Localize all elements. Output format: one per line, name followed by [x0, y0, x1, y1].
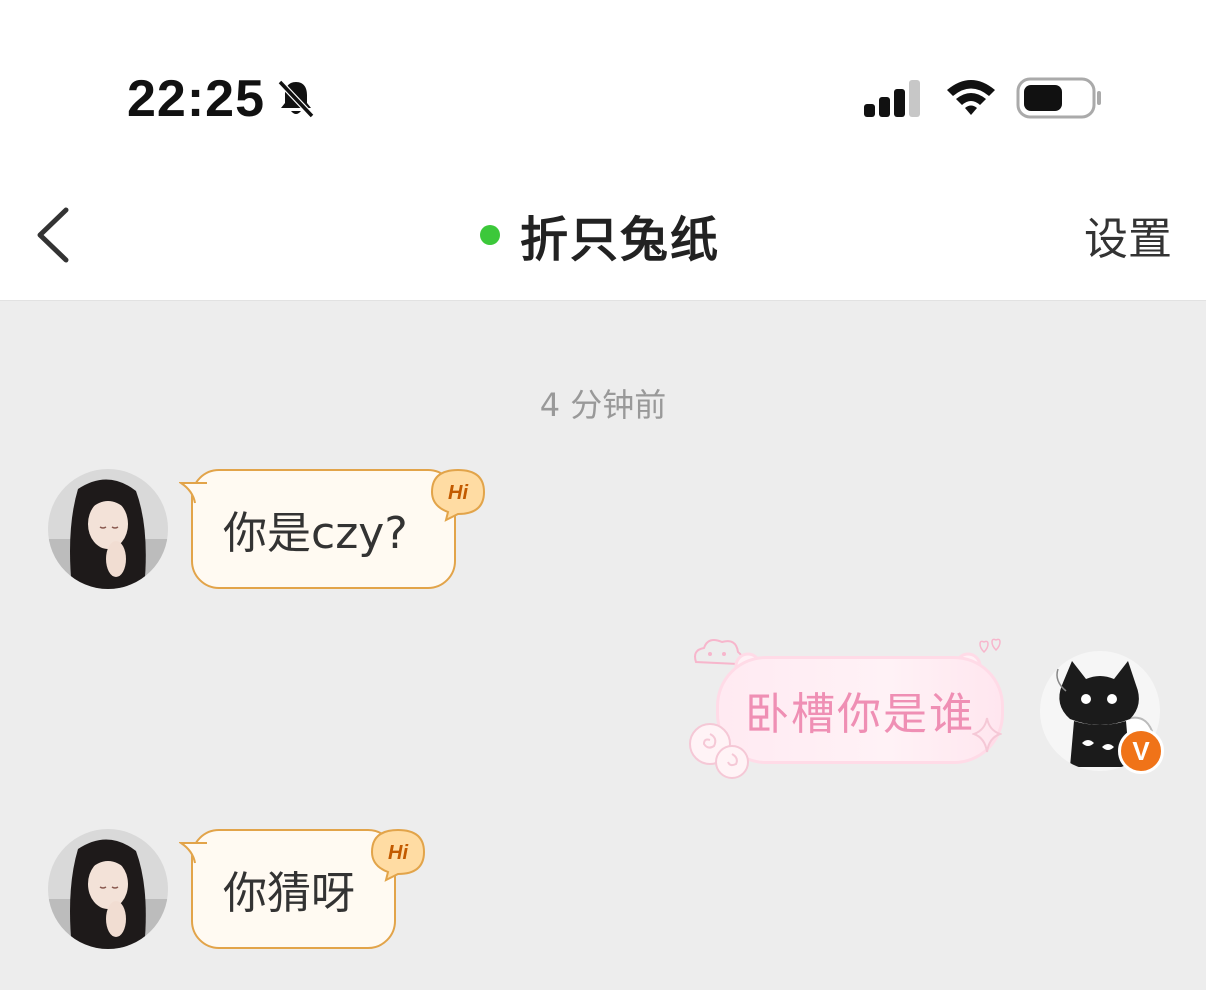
contact-name: 折只兔纸 [520, 212, 721, 268]
hi-badge-icon: Hi [370, 828, 426, 882]
bubble-tail [179, 842, 207, 864]
message-timestamp: 4 分钟前 [539, 386, 667, 424]
message-text: 你是czy? [223, 508, 408, 559]
settings-button[interactable]: 设置 [1084, 210, 1172, 270]
online-status-dot [480, 225, 500, 245]
hi-badge-icon: Hi [430, 468, 486, 522]
bell-muted-icon [277, 79, 315, 119]
header-area: 22:25 折只兔纸 设置 [0, 0, 1206, 301]
status-time: 22:25 [127, 70, 265, 128]
message-text: 卧槽你是谁 [745, 689, 975, 740]
sparkle-icon [972, 717, 1002, 753]
wifi-icon [947, 80, 995, 115]
contact-avatar[interactable] [48, 469, 168, 589]
hi-badge-text: Hi [388, 842, 408, 864]
battery-icon [1016, 77, 1101, 119]
back-chevron-icon[interactable] [28, 200, 80, 270]
verified-badge: V [1118, 728, 1164, 774]
bubble-tail [179, 482, 207, 504]
message-text: 你猜呀 [223, 868, 355, 919]
chat-title-group: 折只兔纸 [480, 200, 720, 270]
cellular-signal-icon [864, 80, 920, 117]
message-bubble-incoming[interactable]: 你猜呀 [179, 829, 396, 949]
contact-avatar[interactable] [48, 829, 168, 949]
flower-sticker-icon [689, 723, 749, 779]
message-bubble-outgoing[interactable]: 卧槽你是谁 [716, 656, 1004, 764]
hi-badge-text: Hi [448, 482, 468, 504]
message-bubble-incoming[interactable]: 你是czy? [179, 469, 456, 589]
